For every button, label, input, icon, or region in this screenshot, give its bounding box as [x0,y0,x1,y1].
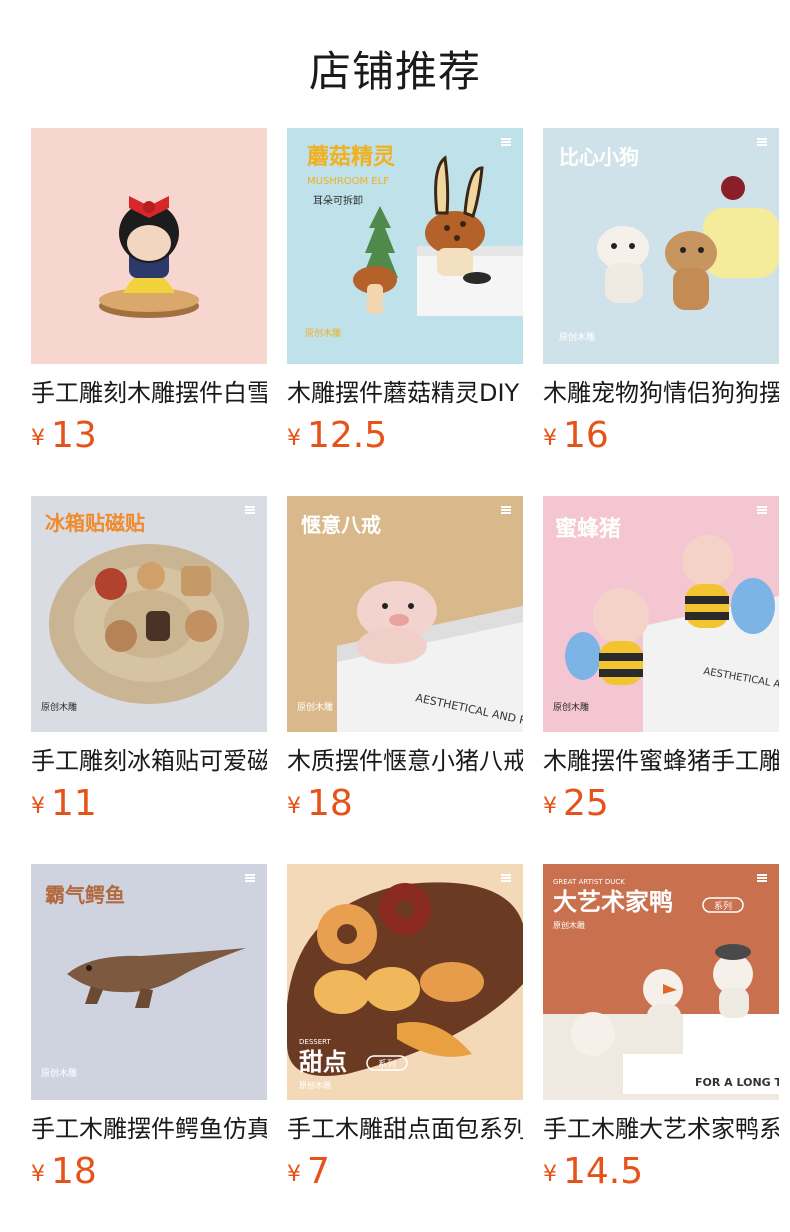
product-card[interactable]: 手工雕刻木雕摆件白雪公主 ¥13 [31,128,267,462]
currency-symbol: ¥ [287,794,301,819]
product-name[interactable]: 木雕宠物狗情侣狗狗摆件 [543,376,779,410]
product-card[interactable]: 霸气鳄鱼 原创木雕 手工木雕摆件鳄鱼仿真 ¥18 [31,864,267,1198]
product-price: ¥13 [31,416,267,462]
image-caption: 蘑菇精灵 [307,144,395,170]
price-value: 25 [563,783,609,824]
crocodile-image[interactable]: 霸气鳄鱼 原创木雕 [31,864,267,1100]
mushroom-elf-image[interactable]: 蘑菇精灵 MUSHROOM ELF 耳朵可拆卸 原创木雕 [287,128,523,364]
princess-figurine-image[interactable] [31,128,267,364]
menu-icon [757,874,767,882]
currency-symbol: ¥ [543,426,557,451]
product-name[interactable]: 手工木雕大艺术家鸭系列 [543,1112,779,1146]
image-caption: 大艺术家鸭 [553,888,673,916]
box-text: FOR A LONG TI [695,1076,779,1089]
product-name[interactable]: 手工雕刻冰箱贴可爱磁贴 [31,744,267,778]
image-caption-en: MUSHROOM ELF [307,176,389,187]
section-title: 店铺推荐 [308,47,481,96]
currency-symbol: ¥ [287,1162,301,1187]
currency-symbol: ¥ [31,794,45,819]
brand-mark: 原创木雕 [41,1067,77,1079]
product-price: ¥11 [31,784,267,830]
product-name[interactable]: 木雕摆件蜜蜂猪手工雕刻 [543,744,779,778]
product-card[interactable]: 蘑菇精灵 MUSHROOM ELF 耳朵可拆卸 原创木雕 木雕摆件蘑菇精灵DIY… [287,128,523,462]
product-card[interactable]: 冰箱贴磁贴 原创木雕 手工雕刻冰箱贴可爱磁贴 ¥11 [31,496,267,830]
product-price: ¥18 [287,784,523,830]
product-card[interactable]: FOR A LONG TI GREAT ARTIST DUCK 大艺术家鸭 系列… [543,864,779,1198]
menu-icon [501,506,511,514]
image-caption: 蜜蜂猪 [555,516,621,542]
series-label: 系列 [714,900,732,912]
menu-icon [757,506,767,514]
currency-symbol: ¥ [543,794,557,819]
product-name[interactable]: 木质摆件惬意小猪八戒 [287,744,523,778]
product-price: ¥14.5 [543,1152,779,1198]
bee-pig-image[interactable]: AESTHETICAL AND 蜜蜂猪 原创木雕 [543,496,779,732]
product-price: ¥16 [543,416,779,462]
price-value: 16 [563,415,609,456]
image-caption: 冰箱贴磁贴 [45,511,145,535]
product-name[interactable]: 手工木雕摆件鳄鱼仿真 [31,1112,267,1146]
price-value: 12.5 [307,415,388,456]
brand-mark: 原创木雕 [41,701,77,713]
product-price: ¥12.5 [287,416,523,462]
currency-symbol: ¥ [31,1162,45,1187]
price-value: 13 [51,415,97,456]
price-value: 14.5 [563,1151,644,1192]
product-card[interactable]: 比心小狗 原创木雕 木雕宠物狗情侣狗狗摆件 ¥16 [543,128,779,462]
bakery-desserts-image[interactable]: DESSERT 甜点 系列 原创木雕 [287,864,523,1100]
product-name[interactable]: 木雕摆件蘑菇精灵DIY [287,376,523,410]
image-caption-en: GREAT ARTIST DUCK [553,878,625,886]
section-header: 店铺推荐 [0,0,790,128]
relaxed-pig-image[interactable]: AESTHETICAL AND RF 惬意八戒 原创木雕 [287,496,523,732]
brand-mark: 原创木雕 [305,327,341,339]
price-value: 11 [51,783,97,824]
product-card[interactable]: DESSERT 甜点 系列 原创木雕 手工木雕甜点面包系列 ¥7 [287,864,523,1198]
series-label: 系列 [378,1058,396,1070]
image-caption: 甜点 [299,1048,347,1076]
price-value: 18 [51,1151,97,1192]
product-name[interactable]: 手工雕刻木雕摆件白雪公主 [31,376,267,410]
currency-symbol: ¥ [287,426,301,451]
brand-mark: 原创木雕 [553,701,589,713]
image-subcaption: 耳朵可拆卸 [313,194,363,207]
price-value: 7 [307,1151,330,1192]
product-price: ¥25 [543,784,779,830]
dog-couple-image[interactable]: 比心小狗 原创木雕 [543,128,779,364]
brand-mark: 原创木雕 [299,1080,331,1090]
image-caption: 霸气鳄鱼 [45,883,125,907]
image-caption: 比心小狗 [559,145,639,169]
artist-duck-image[interactable]: FOR A LONG TI GREAT ARTIST DUCK 大艺术家鸭 系列… [543,864,779,1100]
product-card[interactable]: AESTHETICAL AND RF 惬意八戒 原创木雕 木质摆件惬意小猪八戒 … [287,496,523,830]
currency-symbol: ¥ [31,426,45,451]
menu-icon [245,506,255,514]
fridge-magnet-image[interactable]: 冰箱贴磁贴 原创木雕 [31,496,267,732]
product-price: ¥18 [31,1152,267,1198]
product-price: ¥7 [287,1152,523,1198]
menu-icon [501,874,511,882]
currency-symbol: ¥ [543,1162,557,1187]
product-card[interactable]: AESTHETICAL AND 蜜蜂猪 原创木雕 木雕摆件蜜蜂猪手工雕刻 ¥25 [543,496,779,830]
image-caption-en: DESSERT [299,1038,331,1046]
brand-mark: 原创木雕 [559,331,595,343]
menu-icon [245,874,255,882]
menu-icon [757,138,767,146]
menu-icon [501,138,511,146]
brand-mark: 原创木雕 [297,701,333,713]
product-name[interactable]: 手工木雕甜点面包系列 [287,1112,523,1146]
price-value: 18 [307,783,353,824]
image-caption: 惬意八戒 [301,513,381,537]
brand-mark: 原创木雕 [553,920,585,930]
